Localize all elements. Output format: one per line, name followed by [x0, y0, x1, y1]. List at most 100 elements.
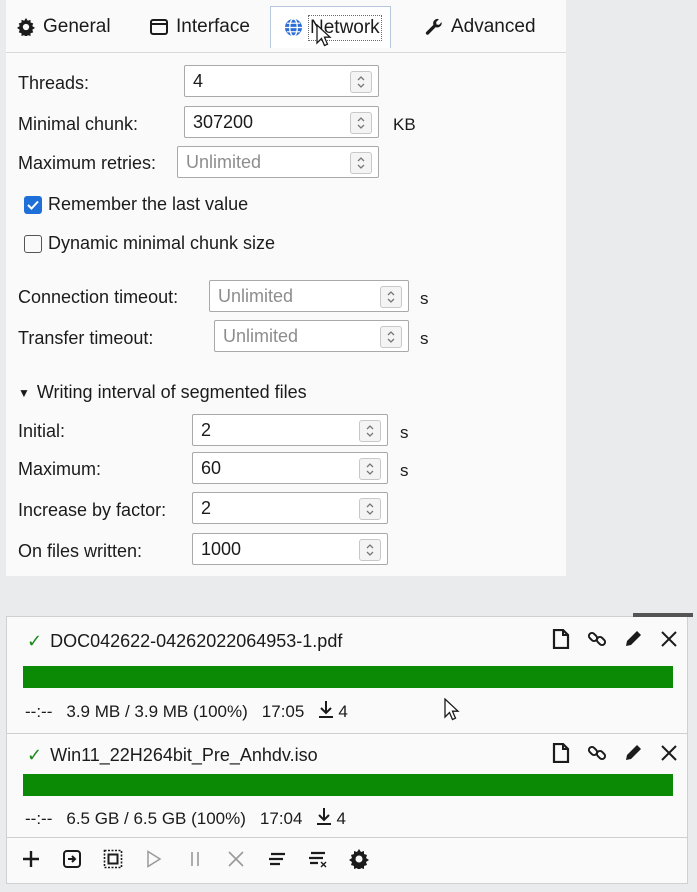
- downloads-toolbar: [19, 847, 371, 871]
- divider: [7, 837, 687, 838]
- download-actions: [549, 741, 681, 765]
- mouse-cursor-icon: [316, 24, 332, 47]
- spin-arrows-icon[interactable]: [350, 112, 372, 134]
- settings-panel: General Interface Network Advanced Threa…: [6, 0, 566, 576]
- download-size: 3.9 MB / 3.9 MB (100%): [66, 701, 248, 721]
- pencil-icon[interactable]: [621, 627, 645, 651]
- downloads-panel: ✓ DOC042622-04262022064953-1.pdf --:-- 3…: [6, 613, 693, 884]
- add-icon[interactable]: [19, 847, 43, 871]
- settings-gear-icon[interactable]: [347, 847, 371, 871]
- clear-list-icon[interactable]: [306, 847, 330, 871]
- tab-advanced-label: Advanced: [451, 16, 536, 37]
- threads-label: Threads:: [18, 73, 90, 93]
- gear-icon: [16, 17, 36, 37]
- connection-timeout-label: Connection timeout:: [18, 287, 179, 307]
- transfer-timeout-unit: s: [420, 329, 429, 348]
- spin-arrows-icon[interactable]: [380, 286, 402, 308]
- transfer-timeout-label: Transfer timeout:: [18, 328, 154, 348]
- file-icon[interactable]: [549, 741, 573, 765]
- download-size: 6.5 GB / 6.5 GB (100%): [66, 808, 246, 828]
- download-status: --:-- 3.9 MB / 3.9 MB (100%) 17:05 4: [25, 700, 348, 723]
- spin-arrows-icon[interactable]: [350, 71, 372, 93]
- close-icon[interactable]: [657, 627, 681, 651]
- connection-timeout-spinbox[interactable]: Unlimited: [209, 280, 409, 312]
- spin-arrows-icon[interactable]: [359, 420, 381, 442]
- download-filename: Win11_22H264bit_Pre_Anhdv.iso: [50, 745, 318, 765]
- download-status: --:-- 6.5 GB / 6.5 GB (100%) 17:04 4: [25, 807, 346, 830]
- connection-timeout-unit: s: [420, 289, 429, 308]
- download-name-row: ✓ DOC042622-04262022064953-1.pdf: [27, 631, 342, 652]
- tab-interface[interactable]: Interface: [149, 8, 250, 46]
- checkmark-icon: ✓: [27, 631, 43, 651]
- transfer-timeout-placeholder: Unlimited: [223, 325, 299, 346]
- dynamic-chunk-label: Dynamic minimal chunk size: [48, 233, 276, 253]
- transfer-timeout-spinbox[interactable]: Unlimited: [214, 320, 409, 352]
- download-connections: 4: [338, 701, 348, 721]
- tab-advanced[interactable]: Advanced: [424, 8, 536, 46]
- checkbox-empty-icon: [24, 234, 42, 253]
- threads-value: 4: [193, 70, 204, 91]
- tab-general-label: General: [43, 16, 111, 37]
- download-time: 17:05: [261, 701, 305, 721]
- files-written-spinbox[interactable]: 1000: [192, 533, 388, 565]
- initial-unit: s: [400, 423, 409, 442]
- spin-arrows-icon[interactable]: [359, 539, 381, 561]
- panel-shadow-strip: [633, 613, 693, 617]
- download-eta: --:--: [25, 701, 53, 721]
- import-icon[interactable]: [60, 847, 84, 871]
- factor-value: 2: [201, 497, 212, 518]
- maximum-spinbox[interactable]: 60: [192, 452, 388, 484]
- globe-icon: [283, 18, 303, 38]
- files-written-label: On files written:: [18, 541, 143, 561]
- download-arrow-icon: [318, 700, 334, 723]
- download-name-row: ✓ Win11_22H264bit_Pre_Anhdv.iso: [27, 745, 318, 766]
- factor-spinbox[interactable]: 2: [192, 492, 388, 524]
- play-icon[interactable]: [142, 847, 166, 871]
- factor-label: Increase by factor:: [18, 500, 167, 520]
- download-item[interactable]: ✓ Win11_22H264bit_Pre_Anhdv.iso --:-- 6.…: [15, 735, 681, 847]
- spin-arrows-icon[interactable]: [359, 458, 381, 480]
- writing-interval-section-toggle[interactable]: ▼ Writing interval of segmented files: [18, 382, 307, 403]
- max-retries-label: Maximum retries:: [18, 153, 157, 173]
- download-connections: 4: [336, 808, 346, 828]
- window-icon: [149, 17, 169, 37]
- max-retries-spinbox[interactable]: Unlimited: [177, 146, 379, 178]
- list-icon[interactable]: [265, 847, 289, 871]
- triangle-down-icon: ▼: [18, 385, 30, 400]
- min-chunk-spinbox[interactable]: 307200: [184, 106, 379, 138]
- close-icon[interactable]: [657, 741, 681, 765]
- select-all-icon[interactable]: [101, 847, 125, 871]
- download-item[interactable]: ✓ DOC042622-04262022064953-1.pdf --:-- 3…: [15, 621, 681, 733]
- file-icon[interactable]: [549, 627, 573, 651]
- threads-spinbox[interactable]: 4: [184, 65, 379, 97]
- initial-spinbox[interactable]: 2: [192, 414, 388, 446]
- maximum-value: 60: [201, 457, 222, 478]
- initial-label: Initial:: [18, 421, 66, 441]
- remember-last-checkbox[interactable]: Remember the last value: [24, 194, 248, 215]
- link-icon[interactable]: [585, 627, 609, 651]
- max-retries-placeholder: Unlimited: [186, 151, 262, 172]
- download-eta: --:--: [25, 808, 53, 828]
- download-arrow-icon: [316, 807, 332, 830]
- pause-icon[interactable]: [183, 847, 207, 871]
- checkmark-icon: ✓: [27, 745, 43, 765]
- spin-arrows-icon[interactable]: [380, 326, 402, 348]
- min-chunk-value: 307200: [193, 111, 254, 132]
- tab-general[interactable]: General: [16, 8, 111, 46]
- download-progress-bar: [23, 774, 673, 796]
- checkmark-icon: [24, 195, 42, 214]
- download-progress-fill: [23, 666, 673, 688]
- link-icon[interactable]: [585, 741, 609, 765]
- dynamic-chunk-checkbox[interactable]: Dynamic minimal chunk size: [24, 233, 275, 254]
- download-filename: DOC042622-04262022064953-1.pdf: [50, 631, 343, 651]
- min-chunk-label: Minimal chunk:: [18, 114, 139, 134]
- spin-arrows-icon[interactable]: [350, 152, 372, 174]
- maximum-label: Maximum:: [18, 459, 102, 479]
- connection-timeout-placeholder: Unlimited: [218, 285, 294, 306]
- tab-bar: General Interface Network Advanced: [6, 0, 566, 53]
- download-progress-bar: [23, 666, 673, 688]
- remember-last-label: Remember the last value: [48, 194, 249, 214]
- cancel-icon[interactable]: [224, 847, 248, 871]
- pencil-icon[interactable]: [621, 741, 645, 765]
- spin-arrows-icon[interactable]: [359, 498, 381, 520]
